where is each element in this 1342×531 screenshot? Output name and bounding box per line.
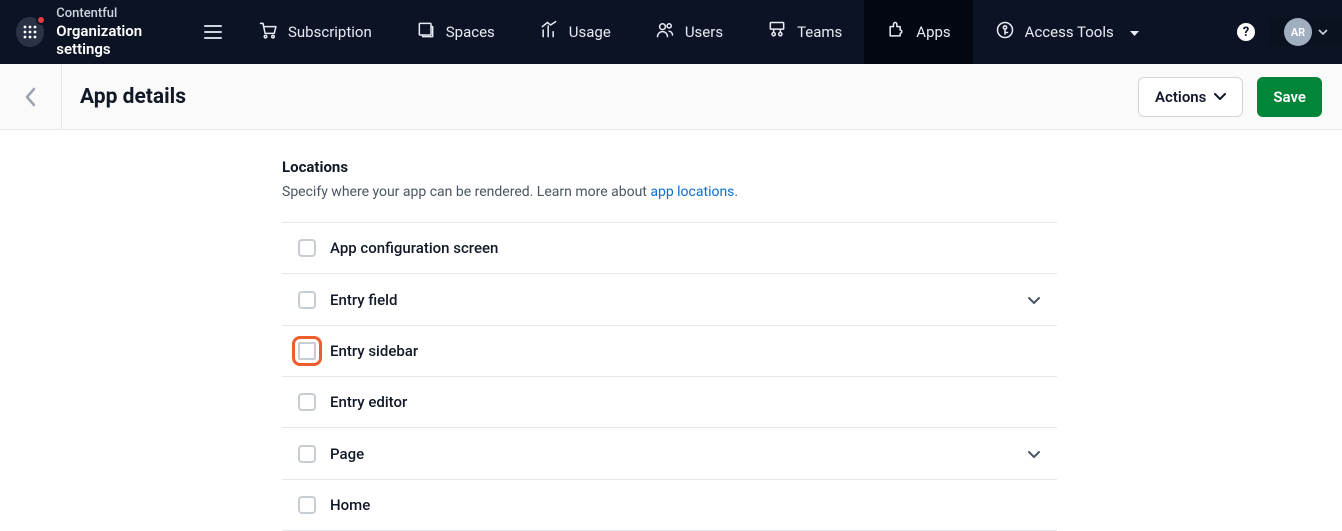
- back-button[interactable]: [0, 64, 62, 129]
- subheader-actions: Actions Save: [1138, 77, 1322, 117]
- brand-text: Contentful Organization settings: [56, 6, 192, 58]
- chevron-down-icon: [1214, 93, 1226, 101]
- svg-text:?: ?: [1243, 25, 1249, 40]
- locations-desc-text: Specify where your app can be rendered. …: [282, 184, 650, 200]
- nav-item-usage[interactable]: Usage: [517, 0, 633, 64]
- nav-item-label: Access Tools: [1025, 23, 1114, 41]
- save-button-label: Save: [1273, 88, 1306, 106]
- location-checkbox[interactable]: [298, 445, 316, 463]
- caret-down-icon: [1130, 23, 1139, 41]
- menu-toggle[interactable]: [204, 25, 222, 39]
- nav-item-subscription[interactable]: Subscription: [236, 0, 394, 64]
- app-launcher[interactable]: [16, 17, 44, 47]
- locations-desc-after: .: [734, 184, 738, 200]
- top-nav: Contentful Organization settings Subscri…: [0, 0, 1342, 64]
- nav-item-label: Teams: [797, 23, 842, 41]
- nav-item-label: Subscription: [288, 23, 372, 41]
- location-checkbox[interactable]: [298, 393, 316, 411]
- actions-button[interactable]: Actions: [1138, 77, 1243, 117]
- location-checkbox[interactable]: [298, 239, 316, 257]
- chevron-down-icon: [1027, 444, 1041, 463]
- nav-item-users[interactable]: Users: [633, 0, 745, 64]
- location-checkbox[interactable]: [298, 342, 316, 360]
- location-row-entry-sidebar[interactable]: Entry sidebar: [282, 326, 1057, 377]
- location-row-entry-field[interactable]: Entry field: [282, 274, 1057, 326]
- caret-down-icon: [1318, 29, 1328, 35]
- location-label: Home: [330, 496, 370, 514]
- user-menu[interactable]: AR: [1270, 18, 1342, 46]
- page-subheader: App details Actions Save: [0, 64, 1342, 130]
- location-checkbox[interactable]: [298, 291, 316, 309]
- users-icon: [655, 20, 675, 44]
- nav-item-apps[interactable]: Apps: [864, 0, 972, 64]
- notification-dot: [36, 15, 46, 25]
- grid-icon: [23, 25, 37, 39]
- layers-icon: [416, 20, 436, 44]
- nav-item-label: Usage: [569, 23, 611, 41]
- locations-desc: Specify where your app can be rendered. …: [282, 184, 1342, 200]
- nav-item-label: Apps: [916, 23, 950, 41]
- location-label: Entry editor: [330, 393, 407, 411]
- chart-icon: [539, 20, 559, 44]
- nav-item-access-tools[interactable]: Access Tools: [973, 0, 1161, 64]
- help-button[interactable]: ?: [1222, 22, 1270, 42]
- avatar: AR: [1284, 18, 1312, 46]
- location-label: App configuration screen: [330, 239, 498, 257]
- locations-title: Locations: [282, 158, 1342, 176]
- hamburger-icon: [204, 25, 222, 39]
- nav-item-teams[interactable]: Teams: [745, 0, 864, 64]
- location-row-app-configuration-screen[interactable]: App configuration screen: [282, 222, 1057, 274]
- puzzle-icon: [886, 20, 906, 44]
- main-content: Locations Specify where your app can be …: [0, 130, 1342, 531]
- teams-icon: [767, 20, 787, 44]
- chevron-down-icon: [1027, 290, 1041, 309]
- nav-item-spaces[interactable]: Spaces: [394, 0, 517, 64]
- actions-button-label: Actions: [1155, 88, 1206, 106]
- location-label: Entry sidebar: [330, 342, 418, 360]
- help-icon: ?: [1236, 22, 1256, 42]
- location-checkbox[interactable]: [298, 496, 316, 514]
- save-button[interactable]: Save: [1257, 77, 1322, 117]
- location-row-entry-editor[interactable]: Entry editor: [282, 377, 1057, 428]
- chevron-left-icon: [24, 86, 38, 108]
- location-row-page[interactable]: Page: [282, 428, 1057, 480]
- nav-right: ? AR: [1222, 0, 1342, 64]
- app-locations-link[interactable]: app locations: [650, 184, 734, 200]
- page-title: App details: [80, 85, 186, 109]
- brand-name: Contentful: [56, 6, 192, 22]
- location-row-home[interactable]: Home: [282, 480, 1057, 531]
- location-list: App configuration screen Entry field Entry…: [282, 222, 1057, 531]
- location-label: Entry field: [330, 291, 397, 309]
- location-label: Page: [330, 445, 364, 463]
- key-icon: [995, 20, 1015, 44]
- cart-icon: [258, 20, 278, 44]
- nav-items: Subscription Spaces Usage Users Teams Apps Acc…: [236, 0, 1222, 64]
- brand-page: Organization settings: [56, 22, 192, 58]
- brand-block: Contentful Organization settings: [0, 0, 236, 64]
- nav-item-label: Users: [685, 23, 723, 41]
- nav-item-label: Spaces: [446, 23, 495, 41]
